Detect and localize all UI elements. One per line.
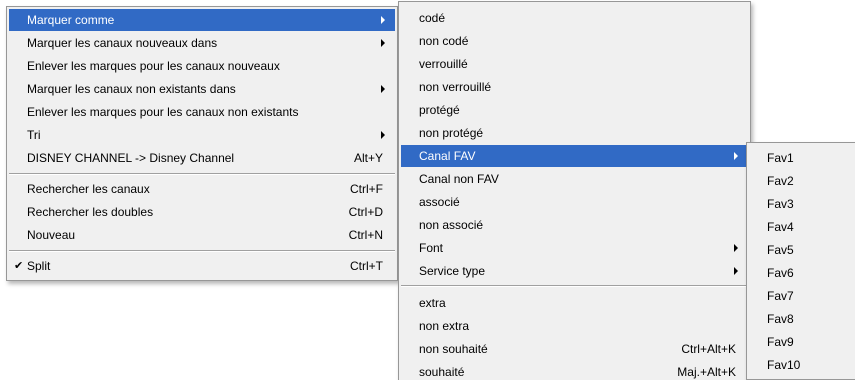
menu-item-label: Nouveau	[27, 228, 76, 242]
menu-item-enlever-non-existants[interactable]: Enlever les marques pour les canaux non …	[9, 101, 395, 123]
menu-separator	[9, 173, 395, 175]
menu-item-font[interactable]: Font	[401, 237, 748, 259]
menu-separator	[9, 250, 395, 252]
menu-item-non-extra[interactable]: non extra	[401, 315, 748, 337]
menu-item-label: Tri	[27, 128, 41, 142]
menu-item-shortcut: Alt+Y	[353, 151, 383, 165]
menu-item-shortcut: Ctrl+F	[350, 182, 383, 196]
menu-item-label: Fav1	[767, 151, 794, 165]
menu-item-fav10[interactable]: Fav10	[749, 354, 854, 376]
menu-item-fav6[interactable]: Fav6	[749, 262, 854, 284]
menu-item-label: verrouillé	[419, 57, 468, 71]
menu-item-tri[interactable]: Tri	[9, 124, 395, 146]
menu-item-shortcut: Ctrl+T	[350, 259, 383, 273]
submenu-arrow-icon	[381, 16, 385, 24]
menu-item-shortcut: Ctrl+N	[348, 228, 383, 242]
menu-item-souhaite[interactable]: souhaité Maj.+Alt+K	[401, 361, 748, 380]
menu-separator	[401, 285, 748, 287]
mark-as-submenu: codé non codé verrouillé non verrouillé …	[398, 1, 751, 380]
menu-item-label: non verrouillé	[419, 80, 492, 94]
menu-item-extra[interactable]: extra	[401, 292, 748, 314]
menu-item-fav7[interactable]: Fav7	[749, 285, 854, 307]
menu-item-label: Enlever les marques pour les canaux nouv…	[27, 59, 280, 73]
menu-item-marquer-comme[interactable]: Marquer comme	[9, 9, 395, 31]
menu-item-fav9[interactable]: Fav9	[749, 331, 854, 353]
menu-item-label: Marquer les canaux non existants dans	[27, 82, 236, 96]
menu-item-label: Marquer les canaux nouveaux dans	[27, 36, 218, 50]
menu-item-label: Fav2	[767, 174, 794, 188]
menu-item-label: Fav8	[767, 312, 794, 326]
menu-item-label: non protégé	[419, 126, 484, 140]
menu-item-label: Canal non FAV	[419, 172, 499, 186]
menu-item-fav3[interactable]: Fav3	[749, 193, 854, 215]
menu-item-label: souhaité	[419, 365, 465, 379]
menu-item-label: non souhaité	[419, 342, 488, 356]
menu-item-nouveau[interactable]: Nouveau Ctrl+N	[9, 224, 395, 246]
menu-item-label: Enlever les marques pour les canaux non …	[27, 105, 299, 119]
menu-item-label: DISNEY CHANNEL -> Disney Channel	[27, 151, 235, 165]
menu-item-shortcut: Ctrl+D	[348, 205, 383, 219]
menu-item-canal-fav[interactable]: Canal FAV	[401, 145, 748, 167]
menu-item-label: Font	[419, 241, 444, 255]
menu-item-label: associé	[419, 195, 460, 209]
submenu-arrow-icon	[381, 85, 385, 93]
menu-item-label: Rechercher les canaux	[27, 182, 150, 196]
menu-item-label: Rechercher les doubles	[27, 205, 154, 219]
context-menu-stage: Marquer comme Marquer les canaux nouveau…	[0, 0, 855, 380]
menu-item-protege[interactable]: protégé	[401, 99, 748, 121]
menu-item-label: Service type	[419, 264, 486, 278]
submenu-arrow-icon	[381, 131, 385, 139]
menu-item-label: extra	[419, 296, 446, 310]
menu-item-label: non associé	[419, 218, 484, 232]
menu-item-canal-non-fav[interactable]: Canal non FAV	[401, 168, 748, 190]
submenu-arrow-icon	[381, 39, 385, 47]
menu-item-code[interactable]: codé	[401, 7, 748, 29]
menu-item-marquer-nouveaux[interactable]: Marquer les canaux nouveaux dans	[9, 32, 395, 54]
menu-item-non-souhaite[interactable]: non souhaité Ctrl+Alt+K	[401, 338, 748, 360]
menu-item-non-verrouille[interactable]: non verrouillé	[401, 76, 748, 98]
menu-item-label: Fav4	[767, 220, 794, 234]
menu-item-label: codé	[419, 11, 446, 25]
menu-item-service-type[interactable]: Service type	[401, 260, 748, 282]
menu-item-associe[interactable]: associé	[401, 191, 748, 213]
menu-item-fav5[interactable]: Fav5	[749, 239, 854, 261]
menu-item-label: Fav3	[767, 197, 794, 211]
submenu-arrow-icon	[734, 244, 738, 252]
fav-submenu: Fav1 Fav2 Fav3 Fav4 Fav5 Fav6 Fav7 Fav8 …	[746, 142, 855, 380]
menu-item-non-associe[interactable]: non associé	[401, 214, 748, 236]
menu-item-marquer-non-existants[interactable]: Marquer les canaux non existants dans	[9, 78, 395, 100]
menu-item-rechercher-canaux[interactable]: Rechercher les canaux Ctrl+F	[9, 178, 395, 200]
submenu-arrow-icon	[734, 267, 738, 275]
menu-item-label: Split	[27, 259, 51, 273]
menu-item-fav8[interactable]: Fav8	[749, 308, 854, 330]
menu-item-label: Marquer comme	[27, 13, 115, 27]
checkmark-icon: ✔	[14, 260, 24, 272]
menu-item-label: Fav9	[767, 335, 794, 349]
menu-item-label: Canal FAV	[419, 149, 476, 163]
menu-item-label: non codé	[419, 34, 469, 48]
menu-item-fav4[interactable]: Fav4	[749, 216, 854, 238]
menu-item-label: protégé	[419, 103, 460, 117]
menu-item-label: Fav6	[767, 266, 794, 280]
menu-item-fav1[interactable]: Fav1	[749, 147, 854, 169]
menu-item-split[interactable]: ✔ Split Ctrl+T	[9, 255, 395, 277]
menu-item-non-protege[interactable]: non protégé	[401, 122, 748, 144]
menu-item-fav2[interactable]: Fav2	[749, 170, 854, 192]
menu-item-disney-rename[interactable]: DISNEY CHANNEL -> Disney Channel Alt+Y	[9, 147, 395, 169]
menu-item-label: Fav5	[767, 243, 794, 257]
menu-item-verrouille[interactable]: verrouillé	[401, 53, 748, 75]
main-context-menu: Marquer comme Marquer les canaux nouveau…	[6, 6, 398, 281]
menu-item-label: non extra	[419, 319, 470, 333]
menu-item-enlever-nouveaux[interactable]: Enlever les marques pour les canaux nouv…	[9, 55, 395, 77]
menu-item-shortcut: Maj.+Alt+K	[677, 365, 736, 379]
menu-item-label: Fav10	[767, 358, 801, 372]
menu-item-non-code[interactable]: non codé	[401, 30, 748, 52]
menu-item-label: Fav7	[767, 289, 794, 303]
menu-item-rechercher-doubles[interactable]: Rechercher les doubles Ctrl+D	[9, 201, 395, 223]
menu-item-shortcut: Ctrl+Alt+K	[681, 342, 736, 356]
submenu-arrow-icon	[734, 152, 738, 160]
